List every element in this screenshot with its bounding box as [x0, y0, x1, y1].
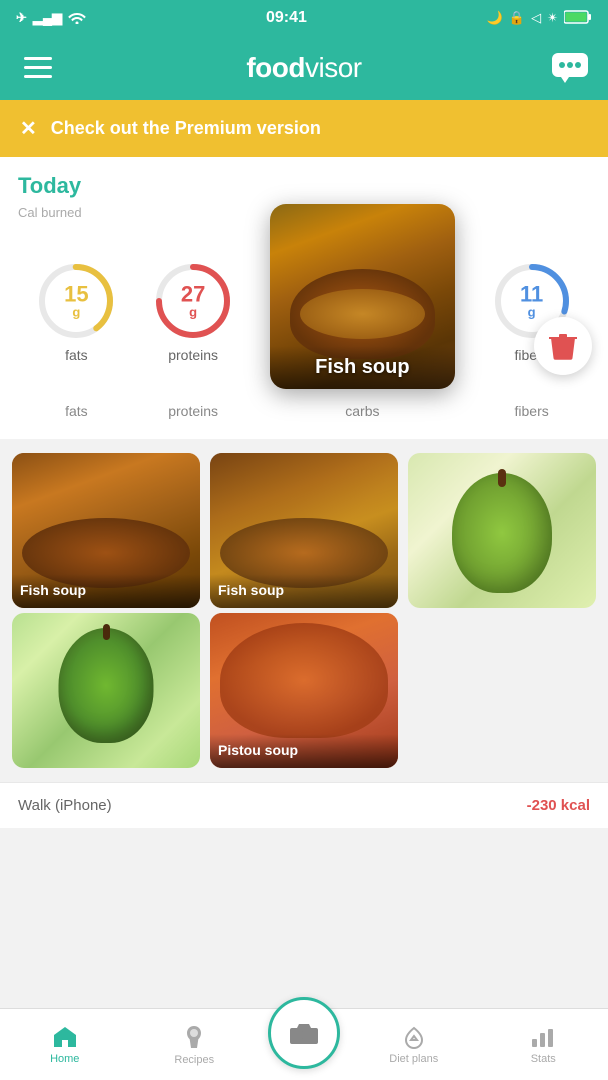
signal-icon: ▂▄▆: [33, 10, 62, 26]
floating-card-label: Fish soup: [270, 346, 455, 389]
logo-thin: visor: [305, 52, 362, 83]
menu-button[interactable]: [18, 48, 58, 88]
airplane-icon: ✈: [16, 10, 27, 26]
food-card-apple-2[interactable]: [12, 613, 200, 768]
nav-diet-plans[interactable]: Diet plans: [349, 1019, 479, 1071]
carbs-label-bottom: carbs: [270, 403, 455, 419]
chat-button[interactable]: [550, 48, 590, 88]
fish-1-label: Fish soup: [20, 582, 86, 598]
walk-section: Walk (iPhone) -230 kcal: [0, 782, 608, 828]
food-card-pistou[interactable]: Pistou soup: [210, 613, 398, 768]
bottom-spacer: [0, 828, 608, 908]
battery-icon: [564, 10, 592, 27]
food-card-fish-1[interactable]: Fish soup: [12, 453, 200, 608]
walk-label: Walk (iPhone): [18, 797, 112, 814]
main-content: Today Cal burned 15 g fats: [0, 157, 608, 908]
proteins-label-bottom: proteins: [153, 403, 233, 419]
fats-value: 15: [64, 283, 88, 305]
header: foodvisor: [0, 36, 608, 100]
nav-stats[interactable]: Stats: [479, 1019, 608, 1071]
delete-button[interactable]: [534, 317, 592, 375]
food-grid-row1: Fish soup Fish soup: [0, 439, 608, 613]
bluetooth-icon: ✴: [547, 10, 558, 26]
today-title: Today: [18, 173, 590, 199]
logo-bold: food: [246, 52, 305, 83]
floating-fish-card[interactable]: Fish soup: [270, 204, 455, 389]
location-icon: ◁: [531, 10, 541, 26]
proteins-circle: 27 g: [153, 261, 233, 341]
fibers-label-bottom: fibers: [492, 403, 572, 419]
fish-2-label: Fish soup: [218, 582, 284, 598]
status-bar: ✈ ▂▄▆ 09:41 🌙 🔒 ◁ ✴: [0, 0, 608, 36]
nav-camera[interactable]: [259, 1015, 349, 1075]
fibers-value: 11: [520, 283, 543, 305]
proteins-unit: g: [189, 305, 197, 318]
premium-banner[interactable]: ✕ Check out the Premium version: [0, 100, 608, 157]
nav-stats-label: Stats: [531, 1053, 556, 1065]
fats-label-bottom: fats: [36, 403, 116, 419]
premium-text: Check out the Premium version: [51, 118, 321, 139]
macros-row: 15 g fats 27 g pro: [18, 234, 590, 403]
food-card-apple-1[interactable]: [408, 453, 596, 608]
status-right: 🌙 🔒 ◁ ✴: [487, 10, 592, 27]
fats-unit: g: [72, 305, 80, 318]
nav-diet-plans-label: Diet plans: [389, 1053, 438, 1065]
status-time: 09:41: [266, 9, 307, 27]
fats-circle: 15 g: [36, 261, 116, 341]
bottom-nav: Home Recipes Diet plans: [0, 1008, 608, 1080]
camera-button[interactable]: [268, 997, 340, 1069]
moon-icon: 🌙: [487, 10, 503, 26]
premium-close-button[interactable]: ✕: [20, 116, 37, 141]
today-section: Today Cal burned 15 g fats: [0, 157, 608, 439]
app-logo: foodvisor: [246, 52, 361, 84]
proteins-label: proteins: [168, 347, 218, 363]
pistou-label: Pistou soup: [218, 742, 298, 758]
food-grid-row2: Pistou soup: [0, 613, 608, 782]
nav-home-label: Home: [50, 1053, 79, 1065]
nav-recipes-label: Recipes: [174, 1054, 214, 1066]
empty-cell: [408, 613, 596, 768]
nav-recipes[interactable]: Recipes: [130, 1018, 260, 1072]
fibers-unit: g: [528, 305, 536, 318]
wifi-icon: [68, 10, 86, 27]
lock-icon: 🔒: [509, 10, 525, 26]
fats-label: fats: [65, 347, 88, 363]
status-left: ✈ ▂▄▆: [16, 10, 86, 27]
macro-proteins: 27 g proteins: [153, 261, 233, 363]
macro-fats: 15 g fats: [36, 261, 116, 363]
walk-kcal: -230 kcal: [527, 797, 590, 814]
nav-home[interactable]: Home: [0, 1019, 130, 1071]
proteins-value: 27: [181, 283, 205, 305]
food-card-fish-2[interactable]: Fish soup: [210, 453, 398, 608]
